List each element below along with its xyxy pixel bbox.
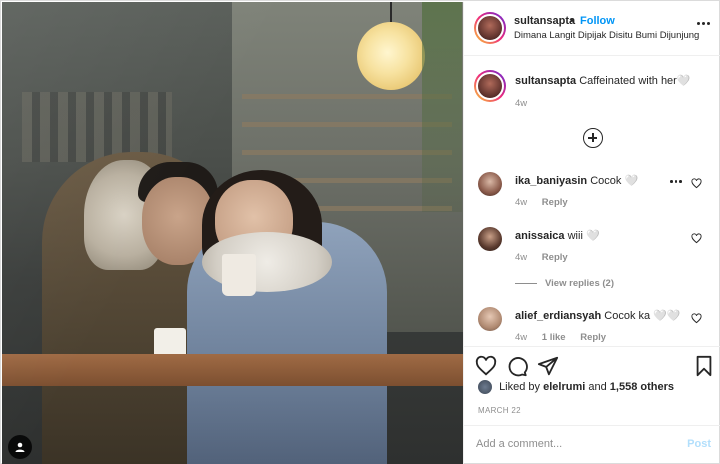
liker-avatar[interactable] (478, 380, 492, 394)
header-separator: • (570, 15, 574, 27)
plus-circle-icon[interactable] (583, 128, 603, 148)
comment-icon[interactable] (506, 355, 528, 377)
caption-username[interactable]: sultansapta (515, 75, 576, 87)
follow-button[interactable]: Follow (580, 15, 615, 27)
view-replies-button[interactable]: View replies (2) (515, 278, 614, 289)
user-tag-icon (15, 442, 25, 452)
post-location[interactable]: Dimana Langit Dipijak Disitu Bumi Dijunj… (514, 30, 699, 41)
bookmark-icon[interactable] (693, 355, 715, 377)
comment-item: anissaica wiii 🤍 4w Reply (464, 227, 720, 273)
comment-time[interactable]: 4w (515, 252, 527, 263)
comment-heart-icon[interactable] (691, 178, 702, 189)
comment-text: Cocok ka 🤍🤍 (604, 310, 681, 322)
comment-input[interactable]: Add a comment... (476, 438, 676, 450)
commenter-avatar[interactable] (478, 307, 502, 331)
likes-summary: Liked by elelrumi and 1,558 others (478, 380, 674, 394)
caption-author-avatar[interactable] (474, 70, 506, 102)
comment-text: wiii 🤍 (567, 230, 600, 242)
post-photo[interactable] (2, 2, 463, 464)
commenter-avatar[interactable] (478, 227, 502, 251)
post-header: sultansapta • Follow Dimana Langit Dipij… (464, 2, 720, 56)
post-date[interactable]: MARCH 22 (478, 406, 521, 415)
post-comment-button[interactable]: Post (687, 438, 711, 450)
comment-text: Cocok 🤍 (590, 175, 639, 187)
comment-meta: 4w Reply (515, 252, 580, 263)
commenter-username[interactable]: anissaica (515, 230, 565, 242)
post-actions (464, 346, 720, 382)
comment-meta: 4w 1 like Reply (515, 332, 618, 343)
caption-time[interactable]: 4w (515, 98, 527, 109)
caption-text: Caffeinated with her🤍 (579, 75, 691, 87)
comment-more-icon[interactable] (670, 180, 682, 183)
add-comment-bar: Add a comment... Post (464, 425, 720, 464)
commenter-username[interactable]: alief_erdiansyah (515, 310, 601, 322)
comment-text-line: anissaica wiii 🤍 (515, 229, 600, 242)
commenter-username[interactable]: ika_baniyasin (515, 175, 587, 187)
likes-and: and (588, 380, 607, 393)
paper-plane-icon[interactable] (537, 355, 559, 377)
likes-others[interactable]: 1,558 others (610, 381, 674, 393)
tagged-users-button[interactable] (8, 435, 32, 459)
reply-button[interactable]: Reply (542, 197, 568, 208)
comment-text-line: alief_erdiansyah Cocok ka 🤍🤍 (515, 309, 681, 322)
heart-icon[interactable] (475, 355, 497, 377)
post-caption: sultansapta Caffeinated with her🤍 4w (464, 64, 720, 116)
commenter-avatar[interactable] (478, 172, 502, 196)
author-avatar[interactable] (474, 12, 506, 44)
reply-button[interactable]: Reply (542, 252, 568, 263)
comment-meta: 4w Reply (515, 197, 580, 208)
comment-heart-icon[interactable] (691, 313, 702, 324)
comment-text-line: ika_baniyasin Cocok 🤍 (515, 174, 638, 187)
caption-text-line: sultansapta Caffeinated with her🤍 (515, 74, 715, 87)
author-username[interactable]: sultansapta (514, 15, 575, 27)
post-sidebar: sultansapta • Follow Dimana Langit Dipij… (463, 2, 720, 464)
more-horizontal-icon[interactable] (697, 16, 713, 30)
post-modal: sultansapta • Follow Dimana Langit Dipij… (0, 0, 720, 464)
comment-heart-icon[interactable] (691, 233, 702, 244)
photo-glare (2, 2, 463, 464)
likes-prefix: Liked by (499, 380, 541, 393)
reply-button[interactable]: Reply (580, 332, 606, 343)
comment-time[interactable]: 4w (515, 197, 527, 208)
comment-item: ika_baniyasin Cocok 🤍 4w Reply (464, 172, 720, 218)
comment-time[interactable]: 4w (515, 332, 527, 343)
liker-username[interactable]: elelrumi (543, 381, 585, 393)
comment-like-count[interactable]: 1 like (542, 332, 566, 343)
